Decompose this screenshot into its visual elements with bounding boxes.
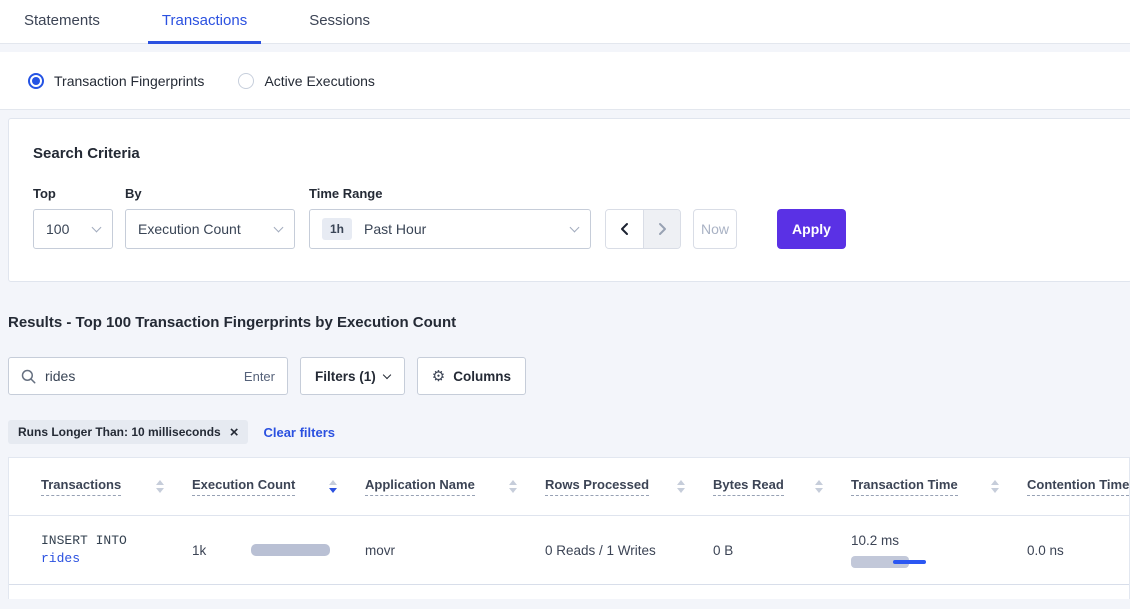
view-mode-bar: Transaction Fingerprints Active Executio…: [0, 52, 1130, 110]
contention-time-cell: 0.0 ns: [1027, 543, 1129, 558]
time-range-badge: 1h: [322, 218, 352, 240]
radio-unselected-icon: [238, 73, 254, 89]
table-header-row: Transactions Execution Count Application…: [9, 458, 1129, 516]
bytes-read-cell: 0 B: [713, 543, 851, 558]
radio-label: Active Executions: [264, 73, 375, 89]
active-filters-row: Runs Longer Than: 10 milliseconds × Clea…: [8, 420, 1130, 444]
top-select[interactable]: 100: [33, 209, 113, 249]
columns-button-label: Columns: [453, 369, 511, 384]
sort-desc-icon: [321, 480, 337, 493]
sql-activity-tabbar: Statements Transactions Sessions: [0, 0, 1130, 44]
column-header-execution-count[interactable]: Execution Count: [192, 477, 365, 496]
tab-transactions[interactable]: Transactions: [148, 0, 261, 44]
results-controls: Enter Filters (1) ⚙ Columns: [8, 357, 1130, 395]
search-input[interactable]: [45, 368, 244, 384]
filters-button[interactable]: Filters (1): [300, 357, 405, 395]
sort-icon: [807, 480, 823, 493]
results-heading: Results - Top 100 Transaction Fingerprin…: [8, 314, 1130, 331]
columns-button[interactable]: ⚙ Columns: [417, 357, 526, 395]
filter-chip-label: Runs Longer Than: 10 milliseconds: [18, 425, 221, 439]
time-window-nav: [605, 209, 681, 249]
sql-text: INSERT INTO: [41, 532, 192, 550]
apply-button[interactable]: Apply: [777, 209, 846, 249]
sort-icon: [501, 480, 517, 493]
radio-label: Transaction Fingerprints: [54, 73, 204, 89]
chevron-left-icon: [617, 221, 633, 237]
transaction-link[interactable]: rides: [41, 550, 192, 568]
column-header-bytes-read[interactable]: Bytes Read: [713, 477, 851, 496]
transaction-time-value: 10.2 ms: [851, 533, 1027, 548]
transactions-table: Transactions Execution Count Application…: [8, 457, 1130, 599]
radio-selected-icon: [28, 73, 44, 89]
chevron-right-icon: [654, 221, 670, 237]
table-row: INSERT INTO rides 1k movr 0 Reads / 1 Wr…: [9, 516, 1129, 585]
execution-count-bar: [251, 544, 330, 556]
search-icon: [21, 369, 36, 384]
by-field: By Execution Count: [125, 186, 295, 249]
top-select-value: 100: [46, 221, 69, 237]
chevron-down-icon: [92, 222, 102, 232]
sort-icon: [148, 480, 164, 493]
filter-chip: Runs Longer Than: 10 milliseconds ×: [8, 420, 248, 444]
search-criteria-card: Search Criteria Top 100 By Execution Cou…: [8, 118, 1130, 282]
enter-hint: Enter: [244, 369, 275, 384]
by-select-value: Execution Count: [138, 221, 241, 237]
results-search-box: Enter: [8, 357, 288, 395]
by-select[interactable]: Execution Count: [125, 209, 295, 249]
execution-count-cell: 1k: [192, 543, 365, 558]
time-range-select[interactable]: 1h Past Hour: [309, 209, 591, 249]
column-header-transactions[interactable]: Transactions: [41, 477, 192, 496]
column-header-contention-time[interactable]: Contention Time: [1027, 477, 1130, 496]
top-field: Top 100: [33, 186, 113, 249]
execution-count-value: 1k: [192, 543, 206, 558]
column-header-application-name[interactable]: Application Name: [365, 477, 545, 496]
tab-statements[interactable]: Statements: [10, 0, 114, 44]
column-header-transaction-time[interactable]: Transaction Time: [851, 477, 1027, 496]
sort-icon: [669, 480, 685, 493]
chevron-down-icon: [570, 222, 580, 232]
rows-processed-cell: 0 Reads / 1 Writes: [545, 543, 713, 558]
application-name-cell: movr: [365, 543, 545, 558]
tab-sessions[interactable]: Sessions: [295, 0, 384, 44]
transaction-fingerprint-cell: INSERT INTO rides: [41, 532, 192, 568]
chevron-down-icon: [274, 222, 284, 232]
time-stddev-line: [893, 560, 926, 564]
remove-filter-icon[interactable]: ×: [230, 425, 239, 440]
by-label: By: [125, 186, 295, 201]
next-time-window-button[interactable]: [643, 210, 680, 248]
transaction-time-bar: [851, 556, 971, 568]
sort-icon: [983, 480, 999, 493]
clear-filters-link[interactable]: Clear filters: [263, 425, 335, 440]
time-range-field: Time Range 1h Past Hour: [309, 186, 591, 249]
time-range-value: Past Hour: [364, 221, 426, 237]
radio-transaction-fingerprints[interactable]: Transaction Fingerprints: [28, 73, 204, 89]
chevron-down-icon: [383, 371, 391, 379]
column-header-rows-processed[interactable]: Rows Processed: [545, 477, 713, 496]
now-button[interactable]: Now: [693, 209, 737, 249]
previous-time-window-button[interactable]: [606, 210, 643, 248]
search-criteria-title: Search Criteria: [33, 145, 1107, 162]
top-label: Top: [33, 186, 113, 201]
transaction-time-cell: 10.2 ms: [851, 533, 1027, 568]
time-range-label: Time Range: [309, 186, 591, 201]
gear-icon: ⚙: [432, 369, 445, 384]
radio-active-executions[interactable]: Active Executions: [238, 73, 375, 89]
filters-button-label: Filters (1): [315, 369, 376, 384]
